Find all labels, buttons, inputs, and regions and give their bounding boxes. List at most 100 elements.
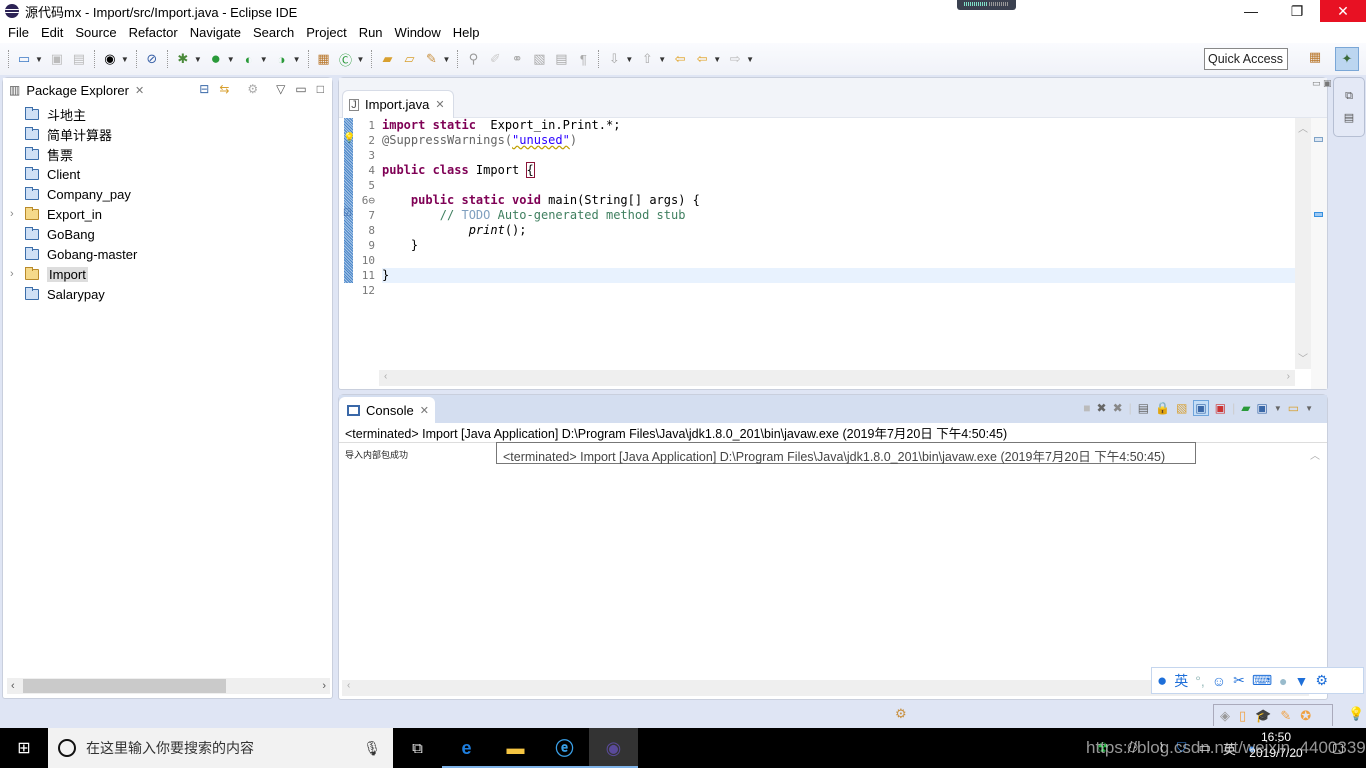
open-task-icon[interactable]: ▱ [399,49,419,69]
menu-search[interactable]: Search [247,25,300,40]
ime-punctuation-icon[interactable]: °, [1195,673,1205,689]
ime-skin-icon[interactable]: ▼ [1295,673,1309,689]
tips-icon[interactable]: ◈ [1220,708,1230,724]
next-annotation-icon[interactable]: ⇩ [604,49,624,69]
console-vertical-scrollbar[interactable]: ︿ [1307,445,1323,679]
show-whitespace-icon[interactable]: ¶ [573,49,593,69]
search-icon[interactable]: ✎ [421,49,441,69]
coverage-icon[interactable]: ◐ [239,49,259,69]
focus-active-task-icon[interactable]: ⚙ [247,82,258,96]
taskbar-search[interactable]: 在这里输入你要搜索的内容 🎙 [48,728,393,768]
editor-body[interactable]: 💡 ☑ 1 2 3 4 5 6⊖ 7 8 9 10 11 12 import s… [339,118,1327,389]
open-console-icon[interactable]: ▭ [1288,401,1299,415]
minimize-view-icon[interactable]: ▭ [295,82,306,96]
link-with-editor-icon[interactable]: ⇆ [219,82,229,96]
expand-icon[interactable]: › [10,268,14,280]
expand-icon[interactable]: › [10,208,14,220]
menu-run[interactable]: Run [353,25,389,40]
tree-item[interactable]: 简单计算器 [3,124,332,144]
close-button[interactable]: ✕ [1320,0,1366,22]
close-tab-icon[interactable]: ✕ [420,404,429,417]
menu-refactor[interactable]: Refactor [123,25,184,40]
external-tools-dropdown[interactable]: ▼ [293,55,301,64]
editor-minmax-icons[interactable]: ▭ ▣ [1312,78,1332,89]
code-area[interactable]: import static Export_in.Print.*; @Suppre… [382,118,1295,298]
display-console-icon[interactable]: ▣ [1256,401,1267,415]
overview-ruler[interactable] [1311,118,1327,389]
restore-view-icon[interactable]: ⧉ [1345,90,1353,103]
open-perspective-icon[interactable]: ▦ [1305,49,1325,69]
debug-icon[interactable]: ✱ [173,49,193,69]
block-selection-icon[interactable]: ▧ [529,49,549,69]
overview-icon[interactable]: ▯ [1239,708,1246,724]
pin-console-icon[interactable]: ▰ [1241,401,1250,415]
ime-settings-icon[interactable]: ⚙ [1315,672,1328,689]
java-perspective-icon[interactable]: ✦ [1335,47,1359,71]
scroll-up-icon[interactable]: ︿ [1298,120,1308,135]
open-type-icon[interactable]: ▰ [377,49,397,69]
skip-breakpoints-icon[interactable]: ⊘ [142,49,162,69]
previous-annotation-icon[interactable]: ⇧ [637,49,657,69]
profile-icon[interactable]: ◉ [100,49,120,69]
progress-icon[interactable]: ⚙ [895,706,907,722]
menu-source[interactable]: Source [69,25,122,40]
tree-item[interactable]: 斗地主 [3,104,332,124]
new-dropdown[interactable]: ▼ [35,55,43,64]
lightbulb-icon[interactable]: 💡 [1348,706,1364,722]
samples-icon[interactable]: ✎ [1280,708,1291,724]
console-output[interactable]: 导入内部包成功 [345,448,408,461]
view-menu-icon[interactable]: ▽ [276,82,285,96]
new-class-dropdown[interactable]: ▼ [357,55,365,64]
toggle-breadcrumb-icon[interactable]: ⚭ [507,49,527,69]
menu-edit[interactable]: Edit [35,25,69,40]
search-dropdown[interactable]: ▼ [442,55,450,64]
mark-occurrences-icon[interactable]: ✐ [485,49,505,69]
scroll-lock-icon[interactable]: 🔒 [1155,401,1170,415]
editor-tab-import-java[interactable]: J Import.java ✕ [342,90,454,118]
external-tools-icon[interactable]: ◑ [272,49,292,69]
toggle-annotation-icon[interactable]: ⚲ [463,49,483,69]
quick-fix-bulb-icon[interactable]: 💡 [343,133,355,144]
console-tab[interactable]: Console ✕ [339,397,435,423]
scroll-right-icon[interactable]: › [1287,371,1290,382]
ime-emoji-icon[interactable]: ☺ [1212,673,1226,689]
restore-button[interactable]: ❐ [1274,0,1320,22]
line-number[interactable]: 6⊖ [355,193,375,208]
previous-annotation-dropdown[interactable]: ▼ [658,55,666,64]
tree-item[interactable]: Company_pay [3,184,332,204]
ime-screenshot-icon[interactable]: ✂ [1233,672,1245,689]
maximize-view-icon[interactable]: □ [317,82,324,96]
horizontal-scrollbar[interactable]: ‹ › [7,678,330,694]
word-wrap-icon[interactable]: ▧ [1176,401,1187,415]
overview-marker[interactable] [1314,212,1323,217]
open-console-dropdown[interactable]: ▼ [1305,404,1313,413]
forward-icon[interactable]: ⇨ [725,49,745,69]
close-tab-icon[interactable]: ✕ [135,84,144,97]
ime-keyboard-icon[interactable]: ⌨ [1252,672,1272,689]
microphone-icon[interactable]: 🎙 [363,740,381,757]
coverage-dropdown[interactable]: ▼ [260,55,268,64]
terminate-icon[interactable]: ■ [1083,401,1090,415]
whats-new-icon[interactable]: ✪ [1300,708,1311,724]
edge-icon[interactable]: e [442,728,491,768]
next-annotation-dropdown[interactable]: ▼ [625,55,633,64]
menu-project[interactable]: Project [300,25,352,40]
menu-help[interactable]: Help [447,25,486,40]
remove-all-terminated-icon[interactable]: ✖ [1113,401,1123,415]
save-icon[interactable]: ▣ [47,49,67,69]
back-icon[interactable]: ⇦ [692,49,712,69]
menu-navigate[interactable]: Navigate [184,25,247,40]
tree-item[interactable]: Client [3,164,332,184]
show-console-on-stderr-icon[interactable]: ▣ [1215,401,1226,415]
remove-launch-icon[interactable]: ✖ [1097,401,1107,415]
scroll-left-icon[interactable]: ‹ [384,371,387,382]
new-class-icon[interactable]: Ⓒ [336,49,356,69]
ime-user-icon[interactable]: ● [1279,673,1287,689]
task-marker-icon[interactable]: ☑ [343,208,352,219]
editor-horizontal-scrollbar[interactable]: ‹ › [379,370,1295,386]
tree-item[interactable]: GoBang [3,224,332,244]
editor-vertical-scrollbar[interactable]: ︿ ﹀ [1295,118,1311,369]
close-tab-icon[interactable]: ✕ [435,98,444,111]
tree-item[interactable]: › Export_in [3,204,332,224]
outline-view-icon[interactable]: ▤ [1344,111,1354,124]
